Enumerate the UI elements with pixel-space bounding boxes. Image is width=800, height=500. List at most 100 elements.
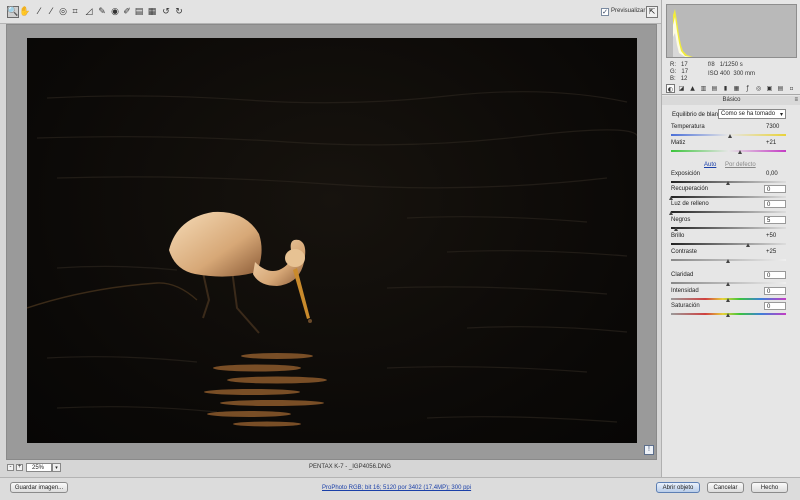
slider-value-contraste[interactable]: +25: [764, 248, 786, 256]
slider-label-intensidad: Intensidad: [671, 288, 699, 294]
zoom-in-button[interactable]: +: [16, 464, 23, 471]
focal-value: 300 mm: [733, 71, 756, 77]
slider-label-temperatura: Temperatura: [671, 124, 705, 130]
info-button[interactable]: !: [644, 445, 654, 455]
slider-value-intensidad[interactable]: 0: [764, 287, 786, 295]
panel-menu-icon[interactable]: ≡: [794, 96, 798, 105]
save-image-button[interactable]: Guardar imagen...: [10, 482, 68, 493]
hand-tool-icon[interactable]: ✋: [19, 6, 31, 18]
open-object-button[interactable]: Abrir objeto: [656, 482, 700, 493]
slider-thumb-intensidad[interactable]: [726, 298, 730, 302]
shutter-value: 1/1250 s: [719, 62, 743, 68]
egret-photo: [27, 91, 637, 427]
slider-thumb-exposicion[interactable]: [726, 181, 730, 185]
slider-thumb-temperatura[interactable]: [728, 134, 733, 138]
tab-snapshots-icon[interactable]: ▤: [776, 84, 785, 93]
preferences-icon[interactable]: ▦: [146, 6, 158, 18]
straighten-tool-icon[interactable]: ◿: [83, 6, 95, 18]
slider-value-negros[interactable]: 5: [764, 216, 786, 224]
red-value: 17: [681, 62, 688, 68]
preview-checkbox[interactable]: ✓: [601, 8, 609, 16]
tab-hsl-icon[interactable]: ▥: [699, 84, 708, 93]
slider-label-luz: Luz de relleno: [671, 201, 709, 207]
slider-value-saturacion[interactable]: 0: [764, 302, 786, 310]
tab-presets-icon[interactable]: ▣: [765, 84, 774, 93]
chevron-down-icon: ▾: [779, 111, 783, 118]
slider-value-matiz[interactable]: +21: [764, 139, 786, 147]
photo-preview[interactable]: [27, 38, 637, 443]
cancel-button[interactable]: Cancelar: [707, 482, 744, 493]
slider-track-negros[interactable]: [671, 227, 786, 229]
zoom-tool-icon[interactable]: 🔍: [7, 6, 19, 18]
slider-value-temperatura[interactable]: 7300: [764, 123, 786, 131]
slider-track-brillo[interactable]: [671, 243, 786, 245]
slider-label-exposicion: Exposición: [671, 171, 701, 177]
slider-thumb-saturacion[interactable]: [726, 313, 730, 317]
section-title: Básico: [722, 97, 741, 103]
panel-tabs: ◐ ◪ ▲ ▥ ▤ ▮ ▦ ƒ ◎ ▣ ▤ ▫: [662, 83, 800, 95]
iso-value: ISO 400: [708, 71, 731, 77]
slider-thumb-claridad[interactable]: [726, 282, 730, 286]
slider-label-claridad: Claridad: [671, 272, 694, 278]
slider-value-recuperacion[interactable]: 0: [764, 185, 786, 193]
slider-track-recuperacion[interactable]: [671, 196, 786, 198]
slider-thumb-negros[interactable]: [674, 227, 679, 231]
exif-readout: f/8 1/1250 s ISO 400 300 mm: [708, 62, 755, 78]
slider-thumb-contraste[interactable]: [726, 259, 730, 263]
slider-track-matiz[interactable]: [671, 150, 786, 152]
red-eye-icon[interactable]: ◉: [109, 6, 121, 18]
slider-value-claridad[interactable]: 0: [764, 271, 786, 279]
targeted-adjustment-icon[interactable]: ◎: [57, 6, 69, 18]
auto-link[interactable]: Auto: [704, 162, 716, 168]
aperture-value: f/8: [708, 62, 715, 68]
zoom-out-button[interactable]: -: [7, 464, 14, 471]
white-balance-select[interactable]: Como se ha tomado ▾: [718, 109, 786, 119]
histogram-graph: [673, 9, 693, 57]
color-sampler-icon[interactable]: ⁄: [45, 6, 57, 18]
zoom-dropdown-chevron-icon[interactable]: ▾: [52, 463, 61, 472]
slider-thumb-matiz[interactable]: [737, 150, 742, 154]
graduated-filter-icon[interactable]: ▤: [133, 6, 145, 18]
rotate-left-icon[interactable]: ↺: [160, 6, 172, 18]
slider-track-luz[interactable]: [671, 211, 786, 213]
slider-thumb-brillo[interactable]: [745, 243, 750, 247]
green-value: 17: [681, 69, 689, 75]
slider-label-brillo: Brillo: [671, 233, 685, 239]
histogram: [666, 4, 797, 58]
slider-label-negros: Negros: [671, 217, 691, 223]
white-balance-tool-icon[interactable]: ⁄: [33, 6, 45, 18]
slider-value-luz[interactable]: 0: [764, 200, 786, 208]
tab-fx-icon[interactable]: ƒ: [743, 84, 752, 93]
slider-label-contraste: Contraste: [671, 249, 698, 255]
tab-split-toning-icon[interactable]: ▤: [710, 84, 719, 93]
slider-thumb-luz[interactable]: [668, 211, 673, 215]
spot-removal-icon[interactable]: ✎: [96, 6, 108, 18]
default-link[interactable]: Por defecto: [725, 162, 756, 168]
tab-effects-icon[interactable]: ▦: [732, 84, 741, 93]
slider-label-saturacion: Saturación: [671, 303, 700, 309]
done-button[interactable]: Hecho: [751, 482, 788, 493]
tab-more-icon[interactable]: ▫: [787, 84, 796, 93]
tab-basic-icon[interactable]: ◐: [666, 84, 675, 93]
bottom-bar: Guardar imagen... ProPhoto RGB; bit 16; …: [0, 477, 800, 500]
filename-label: PENTAX K-7 - _IGP4056.DNG: [309, 464, 391, 470]
workflow-options-link[interactable]: ProPhoto RGB; bit 16; 5120 por 3402 (17,…: [322, 485, 471, 491]
preview-label: Previsualizar: [611, 8, 646, 14]
slider-value-exposicion[interactable]: 0,00: [764, 170, 786, 178]
tab-lens-icon[interactable]: ▮: [721, 84, 730, 93]
rgb-readout: R: 17 G: 17 B: 12: [670, 62, 689, 82]
slider-label-matiz: Matiz: [671, 140, 686, 146]
slider-value-brillo[interactable]: +50: [764, 232, 786, 240]
zoom-level-field[interactable]: 25%: [26, 463, 52, 472]
section-header: Básico ≡: [662, 96, 800, 105]
slider-thumb-recuperacion[interactable]: [668, 196, 673, 200]
rotate-right-icon[interactable]: ↻: [173, 6, 185, 18]
tab-camera-calibration-icon[interactable]: ◎: [754, 84, 763, 93]
adjustment-brush-icon[interactable]: ✐: [121, 6, 133, 18]
slider-label-recuperacion: Recuperación: [671, 186, 709, 192]
blue-value: 12: [680, 76, 688, 82]
fullscreen-icon[interactable]: ⇱: [646, 6, 658, 18]
crop-tool-icon[interactable]: ⌗: [69, 6, 81, 18]
tab-detail-icon[interactable]: ▲: [688, 84, 697, 93]
tab-tone-curve-icon[interactable]: ◪: [677, 84, 686, 93]
